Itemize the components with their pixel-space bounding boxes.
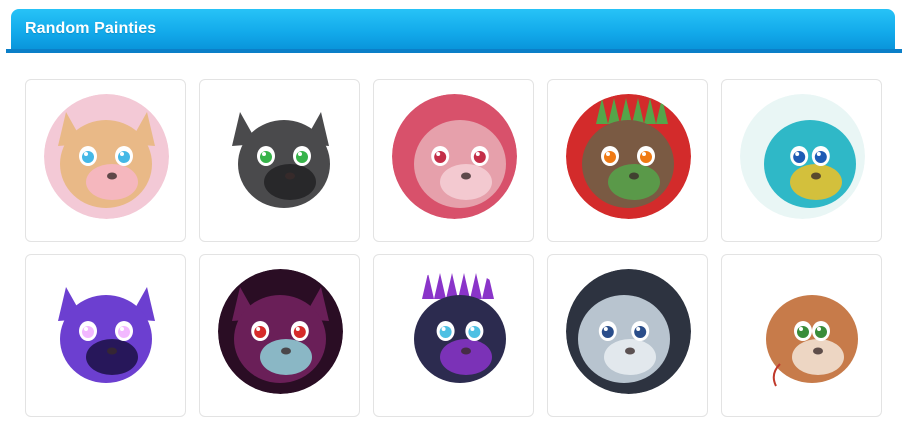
pink-fluffy-creature-avatar-icon (44, 94, 169, 219)
paintie-card-10[interactable] (721, 254, 882, 417)
paintie-card-2[interactable] (199, 79, 360, 242)
paintie-avatar-4[interactable] (566, 94, 691, 219)
rainbow-lizard-avatar-icon (740, 94, 865, 219)
header-divider (6, 49, 902, 53)
panel-title: Random Painties (25, 20, 157, 37)
purple-galaxy-cat-avatar-icon (44, 269, 169, 394)
panel-header: Random Painties (11, 9, 895, 49)
pink-pony-avatar-icon (392, 94, 517, 219)
paintie-card-6[interactable] (25, 254, 186, 417)
paintie-card-1[interactable] (25, 79, 186, 242)
paintie-card-9[interactable] (547, 254, 708, 417)
dark-magenta-plush-avatar-icon (218, 269, 343, 394)
paintie-avatar-8[interactable] (392, 269, 517, 394)
paintie-card-5[interactable] (721, 79, 882, 242)
paintie-avatar-10[interactable] (740, 269, 865, 394)
grey-wolf-avatar-icon (218, 94, 343, 219)
green-goblin-creature-avatar-icon (566, 94, 691, 219)
paintie-avatar-6[interactable] (44, 269, 169, 394)
paintie-avatar-9[interactable] (566, 269, 691, 394)
paintie-avatar-7[interactable] (218, 269, 343, 394)
paintie-avatar-3[interactable] (392, 94, 517, 219)
paintie-avatar-2[interactable] (218, 94, 343, 219)
random-painties-panel: Random Painties (0, 0, 909, 425)
brown-snake-avatar-icon (740, 269, 865, 394)
paintie-avatar-1[interactable] (44, 94, 169, 219)
paintie-card-4[interactable] (547, 79, 708, 242)
blue-spiked-dragon-avatar-icon (392, 269, 517, 394)
paintie-card-7[interactable] (199, 254, 360, 417)
painties-grid (25, 79, 883, 417)
paintie-avatar-5[interactable] (740, 94, 865, 219)
paintie-card-3[interactable] (373, 79, 534, 242)
light-blue-dragon-avatar-icon (566, 269, 691, 394)
paintie-card-8[interactable] (373, 254, 534, 417)
